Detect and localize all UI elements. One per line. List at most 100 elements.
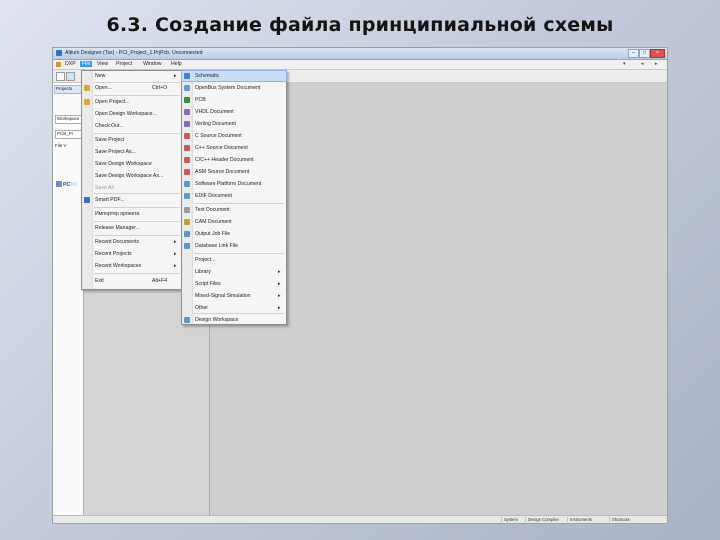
project-field[interactable]: PCB_Pr	[55, 130, 82, 139]
file-item-release-manager[interactable]: Release Manager...	[82, 223, 182, 233]
project-tree-icon	[56, 181, 62, 187]
new-item-verilog-document[interactable]: Verilog Document	[182, 119, 286, 129]
new-item-label: Library	[195, 269, 211, 275]
file-item-save-design-workspace-as[interactable]: Save Design Workspace As...	[82, 171, 182, 181]
menu-help[interactable]: Help	[169, 61, 184, 67]
new-item-vhdl-document[interactable]: VHDL Document	[182, 107, 286, 117]
new-item-asm-source-document[interactable]: ASM Source Document	[182, 167, 286, 177]
new-item-icon	[184, 193, 190, 199]
new-item-database-link-file[interactable]: Database Link File	[182, 241, 286, 251]
status-design-compiler[interactable]: Design Compiler	[525, 517, 559, 522]
menu-dropdown-icon[interactable]: ▾	[623, 61, 626, 67]
menu-separator	[94, 235, 180, 236]
file-item-label: Save Project As...	[95, 149, 136, 155]
new-item-other[interactable]: Other ▸	[182, 303, 286, 313]
file-item-label: Release Manager...	[95, 225, 140, 231]
menu-project[interactable]: Project	[114, 61, 134, 67]
file-item-smart-pdf[interactable]: Smart PDF...	[82, 195, 182, 205]
minimize-button[interactable]: –	[628, 49, 639, 58]
new-item-icon	[184, 317, 190, 323]
new-item-label: Design Workspace	[195, 317, 239, 323]
status-shortcuts[interactable]: Shortcuts	[609, 517, 630, 522]
new-item-project[interactable]: Project...	[182, 255, 286, 265]
new-item-icon	[184, 181, 190, 187]
project-tree-node[interactable]: PC	[63, 182, 77, 188]
new-item-edif-document[interactable]: EDIF Document	[182, 191, 286, 201]
menu-view[interactable]: View	[95, 61, 110, 67]
new-item-label: Text Document	[195, 207, 230, 213]
file-item-open[interactable]: Open... Ctrl+O	[82, 83, 182, 93]
submenu-arrow-icon: ▸	[278, 293, 281, 299]
new-item-library[interactable]: Library ▸	[182, 267, 286, 277]
new-item-label: CAM Document	[195, 219, 232, 225]
new-item-icon	[184, 73, 190, 79]
new-item-design-workspace[interactable]: Design Workspace	[182, 315, 286, 325]
file-item-label: Save Design Workspace As...	[95, 173, 164, 179]
dxp-icon	[56, 62, 61, 67]
new-file-icon[interactable]	[56, 72, 65, 81]
new-item-schematic[interactable]: Schematic	[181, 70, 287, 82]
menu-window[interactable]: Window	[141, 61, 163, 67]
new-item-icon	[184, 231, 190, 237]
status-system[interactable]: System	[501, 517, 518, 522]
file-item-save-all[interactable]: Save All	[82, 183, 182, 193]
new-item-text-document[interactable]: Text Document	[182, 205, 286, 215]
open-file-icon[interactable]	[66, 72, 75, 81]
projects-tab[interactable]: Projects	[54, 85, 83, 94]
file-item-new[interactable]: New ▸	[82, 71, 182, 81]
new-item-icon	[184, 133, 190, 139]
nav-back-icon[interactable]: ◂	[641, 61, 644, 67]
file-item-open-design-workspace[interactable]: Open Design Workspace...	[82, 109, 182, 119]
new-item-pcb[interactable]: PCB	[182, 95, 286, 105]
file-item-импортер-проекта[interactable]: Импортер проекта	[82, 209, 182, 219]
new-item-label: Other	[195, 305, 208, 311]
new-item-icon	[184, 157, 190, 163]
new-item-label: C Source Document	[195, 133, 242, 139]
menu-separator	[194, 203, 284, 204]
file-item-save-project-as[interactable]: Save Project As...	[82, 147, 182, 157]
new-item-script-files[interactable]: Script Files ▸	[182, 279, 286, 289]
new-item-c-source-document[interactable]: C Source Document	[182, 131, 286, 141]
file-item-label: Recent Projects	[95, 251, 132, 257]
new-submenu: Schematic OpenBus System Document PCB VHDL …	[181, 70, 287, 325]
new-item-c-c-header-document[interactable]: C/C++ Header Document	[182, 155, 286, 165]
new-item-icon	[184, 109, 190, 115]
new-item-software-platform-document[interactable]: Software Platform Document	[182, 179, 286, 189]
file-menu: New ▸ Open... Ctrl+O Open Project... Open Des…	[81, 70, 183, 290]
new-item-icon	[184, 85, 190, 91]
file-item-recent-workspaces[interactable]: Recent Workspaces ▸	[82, 261, 182, 271]
new-item-label: Software Platform Document	[195, 181, 262, 187]
submenu-arrow-icon: ▸	[174, 73, 177, 79]
close-button[interactable]: ×	[650, 49, 665, 58]
slide-title: 6.3. Создание файла принципиальной схемы	[106, 14, 614, 36]
file-view-option[interactable]: File V	[55, 143, 67, 148]
new-item-output-job-file[interactable]: Output Job File	[182, 229, 286, 239]
menu-separator	[94, 193, 180, 194]
status-instruments[interactable]: Instruments	[567, 517, 592, 522]
maximize-button[interactable]: □	[639, 49, 650, 58]
new-item-mixed-signal-simulation[interactable]: Mixed-Signal Simulation ▸	[182, 291, 286, 301]
file-item-check-out[interactable]: Check Out...	[82, 121, 182, 131]
new-item-c-source-document[interactable]: C++ Source Document	[182, 143, 286, 153]
menu-dxp[interactable]: DXP	[63, 61, 78, 67]
nav-forward-icon[interactable]: ▸	[655, 61, 658, 67]
file-item-recent-projects[interactable]: Recent Projects ▸	[82, 249, 182, 259]
file-item-save-design-workspace[interactable]: Save Design Workspace	[82, 159, 182, 169]
menu-file[interactable]: File	[80, 61, 93, 67]
workspace-field[interactable]: Workspace	[55, 115, 82, 124]
new-item-openbus-system-document[interactable]: OpenBus System Document	[182, 83, 286, 93]
file-item-label: Exit	[95, 278, 104, 284]
new-item-cam-document[interactable]: CAM Document	[182, 217, 286, 227]
file-item-recent-documents[interactable]: Recent Documents ▸	[82, 237, 182, 247]
file-item-save-project[interactable]: Save Project	[82, 135, 182, 145]
file-item-exit[interactable]: Exit Alt+F4	[82, 276, 182, 286]
menu-separator	[94, 221, 180, 222]
file-item-label: Open Project...	[95, 99, 130, 105]
file-item-icon	[84, 99, 90, 105]
file-item-label: New	[95, 73, 106, 79]
submenu-arrow-icon: ▸	[278, 269, 281, 275]
file-item-shortcut: Alt+F4	[152, 278, 168, 284]
file-item-open-project[interactable]: Open Project...	[82, 97, 182, 107]
menu-bar: DXP File View Project Window Help ▾ ◂ ▸	[53, 60, 667, 70]
new-item-label: VHDL Document	[195, 109, 234, 115]
